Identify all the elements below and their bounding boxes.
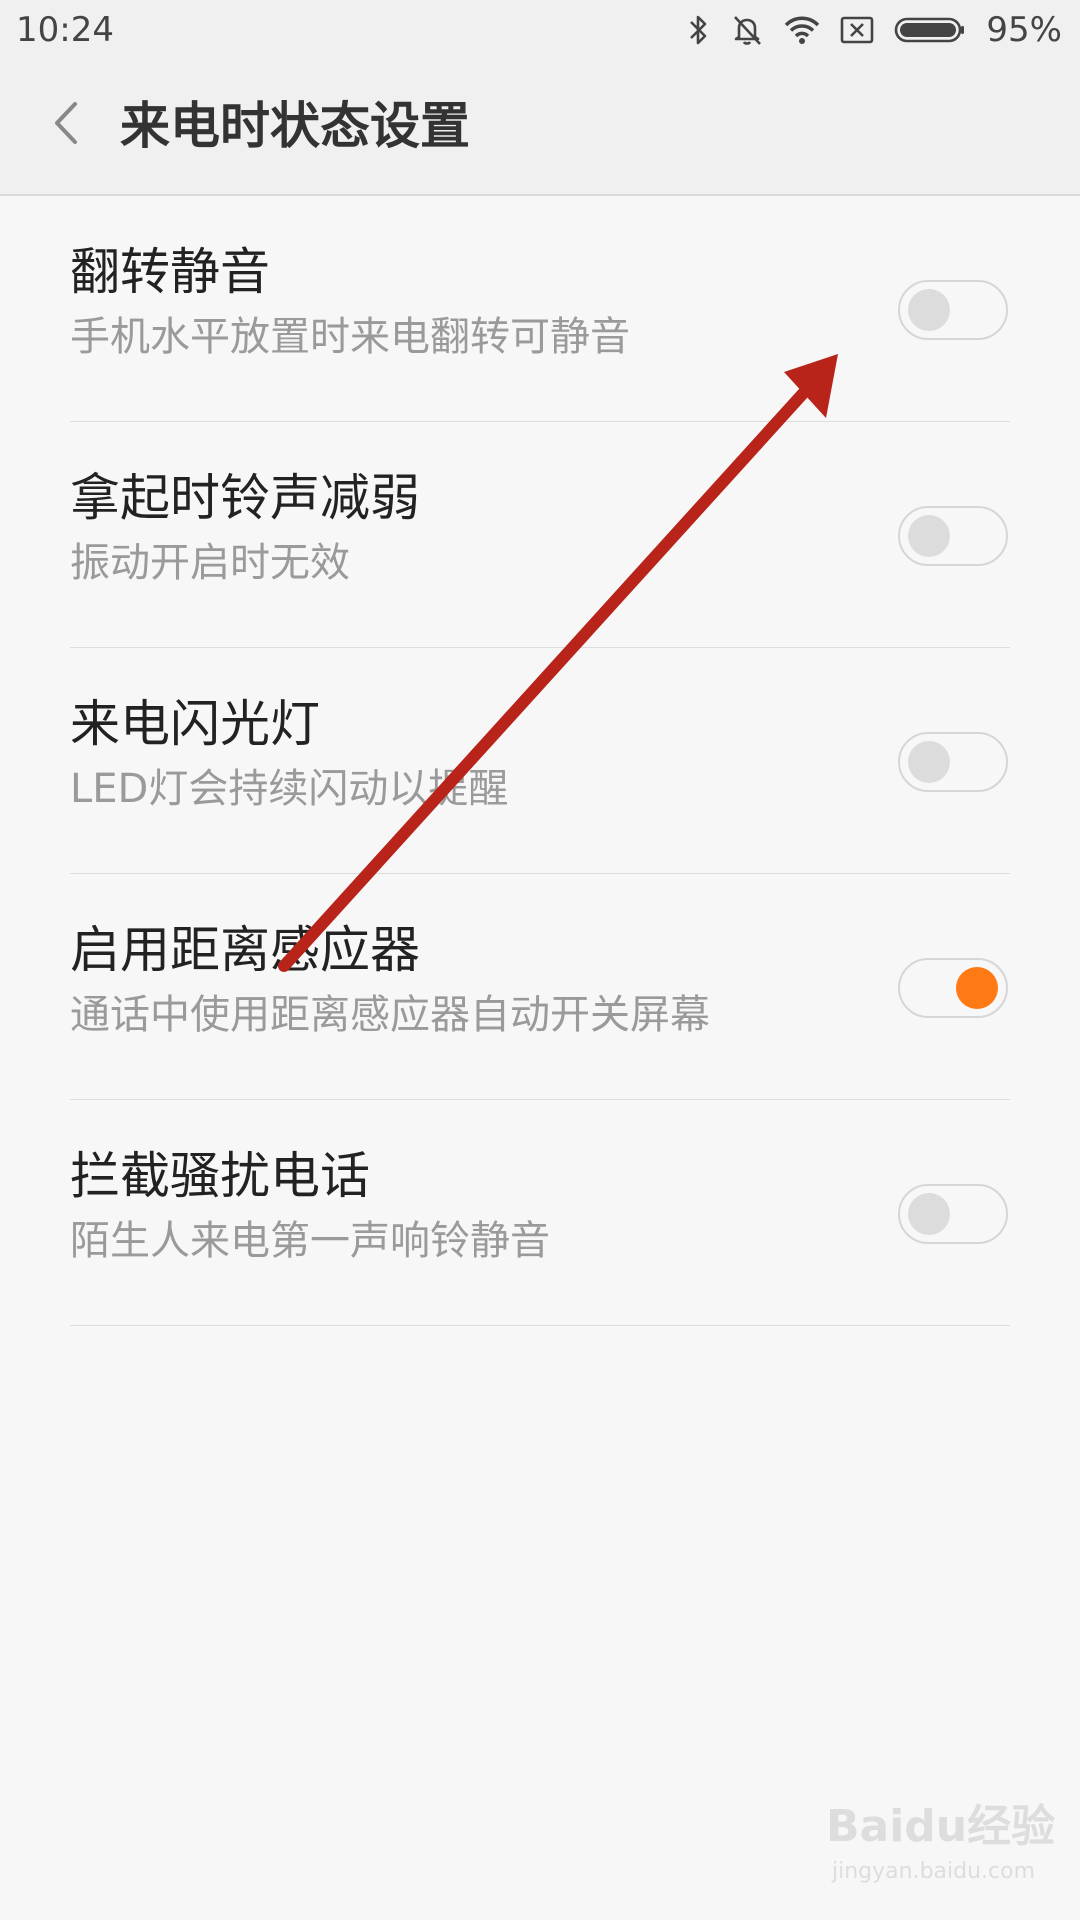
pickup-reduce-ring-toggle[interactable] <box>898 506 1008 566</box>
settings-list: 翻转静音 手机水平放置时来电翻转可静音 拿起时铃声减弱 振动开启时无效 来电闪光… <box>0 196 1080 1326</box>
toggle-knob <box>956 967 998 1009</box>
setting-flip-mute[interactable]: 翻转静音 手机水平放置时来电翻转可静音 <box>0 196 1080 422</box>
block-harassment-toggle[interactable] <box>898 1184 1008 1244</box>
setting-block-harassment[interactable]: 拦截骚扰电话 陌生人来电第一声响铃静音 <box>0 1100 1080 1326</box>
bluetooth-icon <box>688 13 710 47</box>
toggle-knob <box>908 289 950 331</box>
status-bar: 10:24 95% <box>0 0 1080 60</box>
sim-off-icon <box>840 15 874 45</box>
setting-proximity-sensor[interactable]: 启用距离感应器 通话中使用距离感应器自动开关屏幕 <box>0 874 1080 1100</box>
flip-mute-toggle[interactable] <box>898 280 1008 340</box>
battery-percentage: 95% <box>986 10 1062 50</box>
status-icons: 95% <box>688 8 1062 52</box>
setting-subtitle: 陌生人来电第一声响铃静音 <box>70 1218 550 1264</box>
watermark-url: jingyan.baidu.com <box>832 1859 1036 1884</box>
setting-subtitle: 振动开启时无效 <box>70 540 350 586</box>
setting-pickup-reduce-ring[interactable]: 拿起时铃声减弱 振动开启时无效 <box>0 422 1080 648</box>
setting-title: 拦截骚扰电话 <box>70 1147 370 1205</box>
flash-light-toggle[interactable] <box>898 732 1008 792</box>
setting-title: 拿起时铃声减弱 <box>70 469 420 527</box>
setting-title: 启用距离感应器 <box>70 921 420 979</box>
chevron-left-icon <box>51 100 81 150</box>
status-time: 10:24 <box>16 10 114 50</box>
setting-title: 翻转静音 <box>70 243 270 301</box>
toggle-knob <box>908 1193 950 1235</box>
mute-bell-icon <box>730 13 764 47</box>
setting-flash-light[interactable]: 来电闪光灯 LED灯会持续闪动以提醒 <box>0 648 1080 874</box>
toggle-knob <box>908 515 950 557</box>
back-button[interactable] <box>36 90 96 160</box>
divider <box>70 1325 1010 1326</box>
proximity-sensor-toggle[interactable] <box>898 958 1008 1018</box>
setting-title: 来电闪光灯 <box>70 695 320 753</box>
battery-icon <box>894 15 966 45</box>
title-bar: 来电时状态设置 <box>0 60 1080 196</box>
setting-subtitle: LED灯会持续闪动以提醒 <box>70 766 509 812</box>
setting-subtitle: 通话中使用距离感应器自动开关屏幕 <box>70 992 710 1038</box>
toggle-knob <box>908 741 950 783</box>
baidu-watermark: Baidu经验 jingyan.baidu.com <box>826 1800 1056 1900</box>
page-title: 来电时状态设置 <box>120 97 470 155</box>
setting-subtitle: 手机水平放置时来电翻转可静音 <box>70 314 630 360</box>
wifi-icon <box>784 15 820 45</box>
watermark-logo: Baidu经验 <box>826 1801 1056 1852</box>
